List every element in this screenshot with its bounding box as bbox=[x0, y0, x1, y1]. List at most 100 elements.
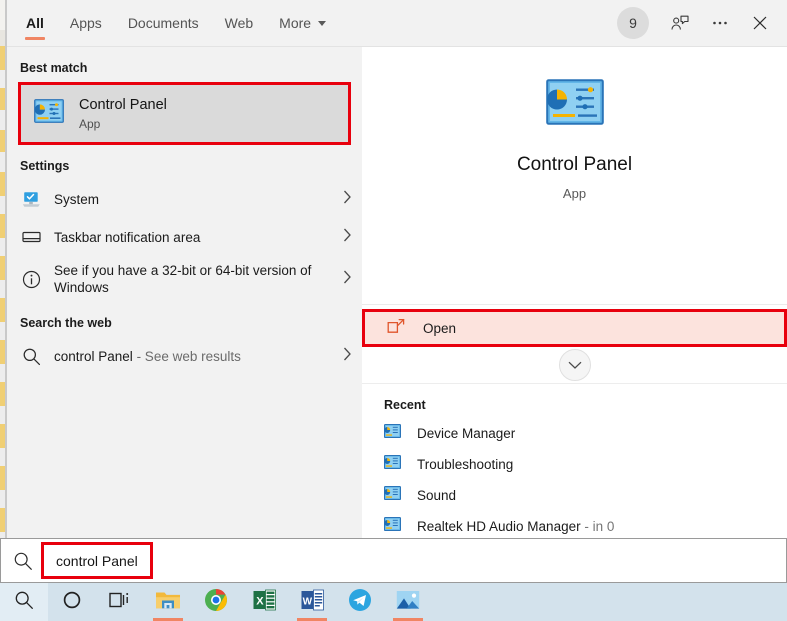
settings-item-taskbar-label: Taskbar notification area bbox=[54, 229, 335, 246]
best-match-text: Control Panel App bbox=[79, 97, 167, 131]
recent-item-name: Realtek HD Audio Manager bbox=[417, 519, 581, 534]
control-panel-icon bbox=[546, 79, 604, 130]
search-input-highlight-box: control Panel bbox=[41, 542, 153, 579]
web-result-query: control Panel bbox=[54, 349, 133, 364]
preview-title: Control Panel bbox=[517, 154, 632, 176]
task-view-icon bbox=[109, 591, 131, 614]
recent-item-name: Sound bbox=[417, 488, 456, 503]
more-options-icon[interactable] bbox=[701, 4, 739, 42]
settings-item-bit-version-label: See if you have a 32-bit or 64-bit versi… bbox=[54, 262, 335, 296]
recent-item[interactable]: Sound bbox=[362, 480, 787, 511]
photos-icon bbox=[396, 589, 420, 616]
settings-heading: Settings bbox=[7, 145, 362, 180]
search-body: Best match bbox=[7, 47, 787, 538]
tab-all-label: All bbox=[26, 15, 44, 31]
chevron-right-icon bbox=[343, 270, 352, 288]
chevron-down-icon[interactable] bbox=[559, 349, 591, 381]
taskbar-photos-button[interactable] bbox=[384, 583, 432, 621]
open-highlight-box: Open bbox=[362, 309, 787, 347]
open-external-icon bbox=[387, 318, 405, 339]
info-icon bbox=[20, 270, 42, 289]
word-icon: W bbox=[301, 589, 324, 616]
tab-documents[interactable]: Documents bbox=[115, 0, 212, 46]
taskbar-word-button[interactable]: W bbox=[288, 583, 336, 621]
web-result-suffix: - See web results bbox=[133, 349, 241, 364]
search-header: All Apps Documents Web More 9 bbox=[7, 0, 787, 47]
tab-documents-label: Documents bbox=[128, 15, 199, 31]
taskbar-cortana-button[interactable] bbox=[48, 583, 96, 621]
web-result-label: control Panel - See web results bbox=[54, 348, 335, 365]
settings-item-taskbar-notification-area[interactable]: Taskbar notification area bbox=[7, 218, 362, 256]
chevron-right-icon bbox=[343, 228, 352, 246]
recent-item[interactable]: Device Manager bbox=[362, 418, 787, 449]
close-icon[interactable] bbox=[741, 4, 779, 42]
tab-all[interactable]: All bbox=[13, 0, 57, 46]
search-flyout: All Apps Documents Web More 9 bbox=[7, 0, 787, 538]
recent-item-label: Realtek HD Audio Manager - in 0 bbox=[417, 519, 614, 534]
control-panel-icon bbox=[34, 99, 64, 128]
telegram-icon bbox=[348, 588, 372, 617]
recent-item-label: Troubleshooting bbox=[417, 457, 513, 472]
settings-item-bit-version[interactable]: See if you have a 32-bit or 64-bit versi… bbox=[7, 256, 362, 302]
feedback-icon[interactable] bbox=[661, 4, 699, 42]
taskbar-file-explorer-button[interactable] bbox=[144, 583, 192, 621]
taskbar-telegram-button[interactable] bbox=[336, 583, 384, 621]
desktop-edge-strip bbox=[0, 0, 7, 583]
results-pane: Best match bbox=[7, 47, 362, 538]
recent-item-name: Device Manager bbox=[417, 426, 515, 441]
taskbar-excel-button[interactable]: X bbox=[240, 583, 288, 621]
taskbar-chrome-button[interactable] bbox=[192, 583, 240, 621]
recent-item-label: Sound bbox=[417, 488, 456, 503]
settings-item-system-label: System bbox=[54, 191, 335, 208]
cortana-icon bbox=[62, 590, 82, 615]
tab-more[interactable]: More bbox=[266, 0, 339, 46]
avatar[interactable]: 9 bbox=[617, 7, 649, 39]
tab-apps[interactable]: Apps bbox=[57, 0, 115, 46]
taskbar: X W bbox=[0, 583, 787, 621]
tab-more-label: More bbox=[279, 15, 311, 31]
control-panel-icon bbox=[384, 517, 401, 536]
monitor-icon bbox=[20, 191, 42, 208]
preview-subtitle: App bbox=[563, 186, 586, 201]
chevron-right-icon bbox=[343, 190, 352, 208]
taskbar-task-view-button[interactable] bbox=[96, 583, 144, 621]
svg-text:W: W bbox=[302, 596, 312, 607]
taskbar-icon bbox=[20, 230, 42, 244]
search-input[interactable]: control Panel bbox=[56, 553, 138, 569]
recent-item[interactable]: Troubleshooting bbox=[362, 449, 787, 480]
best-match-highlight-box: Control Panel App bbox=[18, 82, 351, 145]
search-flyout-root: All Apps Documents Web More 9 bbox=[0, 0, 787, 621]
best-match-heading: Best match bbox=[7, 47, 362, 82]
tab-apps-label: Apps bbox=[70, 15, 102, 31]
chrome-icon bbox=[204, 588, 228, 617]
settings-item-system[interactable]: System bbox=[7, 180, 362, 218]
chevron-right-icon bbox=[343, 347, 352, 365]
control-panel-icon bbox=[384, 424, 401, 443]
expander-zone bbox=[362, 347, 787, 384]
tab-web-label: Web bbox=[225, 15, 254, 31]
recent-item-label: Device Manager bbox=[417, 426, 515, 441]
control-panel-icon bbox=[384, 486, 401, 505]
best-match-item-control-panel[interactable]: Control Panel App bbox=[21, 85, 348, 142]
svg-text:X: X bbox=[256, 595, 264, 607]
avatar-badge-text: 9 bbox=[629, 15, 637, 31]
best-match-subtitle: App bbox=[79, 117, 167, 131]
web-result-item[interactable]: control Panel - See web results bbox=[7, 337, 362, 375]
preview-hero: Control Panel App bbox=[362, 47, 787, 305]
file-explorer-icon bbox=[155, 589, 181, 616]
header-actions: 9 bbox=[617, 0, 779, 46]
chevron-down-icon bbox=[318, 21, 326, 26]
search-bar[interactable]: control Panel bbox=[0, 538, 787, 583]
recent-item-suffix: - in 0 bbox=[581, 519, 615, 534]
recent-item[interactable]: Realtek HD Audio Manager - in 0 bbox=[362, 511, 787, 538]
tab-web[interactable]: Web bbox=[212, 0, 267, 46]
search-icon bbox=[20, 347, 42, 366]
search-icon bbox=[1, 551, 45, 571]
excel-icon: X bbox=[253, 589, 276, 616]
control-panel-icon bbox=[384, 455, 401, 474]
preview-pane: Control Panel App Open bbox=[362, 47, 787, 538]
taskbar-search-button[interactable] bbox=[0, 583, 48, 621]
search-icon bbox=[14, 590, 34, 615]
open-button[interactable]: Open bbox=[365, 312, 784, 344]
recent-heading: Recent bbox=[362, 384, 787, 418]
